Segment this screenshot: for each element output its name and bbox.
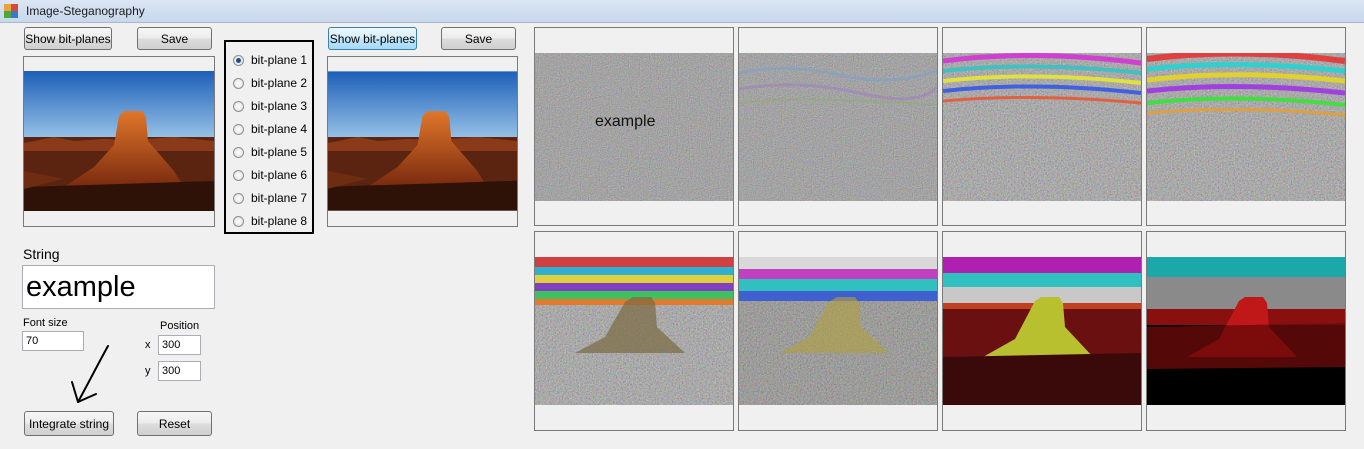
radio-label: bit-plane 5 bbox=[251, 145, 308, 159]
radio-label: bit-plane 7 bbox=[251, 191, 308, 205]
bitplane-image: example bbox=[535, 53, 733, 201]
radio-icon bbox=[233, 123, 244, 135]
landscape-image bbox=[328, 71, 517, 211]
bitplane-image bbox=[943, 257, 1141, 405]
radio-icon bbox=[233, 100, 244, 112]
bitplane-preview-3 bbox=[942, 27, 1142, 226]
radio-icon bbox=[233, 169, 244, 181]
bitplane-image bbox=[739, 53, 937, 201]
bitplane-radio-group: bit-plane 1 bit-plane 2 bit-plane 3 bit-… bbox=[224, 40, 314, 234]
bitplane-image bbox=[1147, 257, 1345, 405]
x-label: x bbox=[145, 339, 151, 351]
radio-icon bbox=[233, 146, 244, 158]
arrow-annotation-icon bbox=[71, 345, 109, 403]
bitplane-image bbox=[535, 257, 733, 405]
radio-label: bit-plane 2 bbox=[251, 76, 308, 90]
radio-bitplane-6[interactable]: bit-plane 6 bbox=[233, 167, 307, 183]
y-label: y bbox=[145, 365, 151, 377]
bitplane-preview-4 bbox=[1146, 27, 1346, 226]
radio-icon bbox=[233, 215, 244, 227]
radio-bitplane-5[interactable]: bit-plane 5 bbox=[233, 144, 307, 160]
integrate-string-button[interactable]: Integrate string bbox=[24, 411, 114, 436]
radio-label: bit-plane 1 bbox=[251, 53, 308, 67]
radio-label: bit-plane 3 bbox=[251, 99, 308, 113]
stego-image-box bbox=[327, 56, 518, 227]
radio-checked-icon bbox=[233, 54, 244, 66]
bitplane-preview-5 bbox=[534, 231, 734, 431]
bitplane-preview-6 bbox=[738, 231, 938, 431]
original-image-box bbox=[23, 56, 215, 227]
radio-bitplane-7[interactable]: bit-plane 7 bbox=[233, 190, 307, 206]
bitplane-preview-7 bbox=[942, 231, 1142, 431]
window-title: Image-Steganography bbox=[26, 4, 145, 18]
show-bitplanes-button-right[interactable]: Show bit-planes bbox=[328, 27, 417, 50]
title-bar: Image-Steganography bbox=[0, 0, 1364, 23]
string-label: String bbox=[23, 246, 60, 262]
string-input[interactable]: example bbox=[22, 265, 215, 309]
show-bitplanes-button-left[interactable]: Show bit-planes bbox=[24, 27, 112, 50]
bitplane-preview-1: example bbox=[534, 27, 734, 226]
font-size-label: Font size bbox=[23, 317, 68, 329]
radio-bitplane-8[interactable]: bit-plane 8 bbox=[233, 213, 307, 229]
radio-bitplane-2[interactable]: bit-plane 2 bbox=[233, 75, 307, 91]
radio-icon bbox=[233, 192, 244, 204]
radio-label: bit-plane 6 bbox=[251, 168, 308, 182]
save-button-left[interactable]: Save bbox=[137, 27, 212, 50]
y-position-input[interactable]: 300 bbox=[158, 361, 201, 381]
radio-bitplane-1[interactable]: bit-plane 1 bbox=[233, 52, 307, 68]
radio-label: bit-plane 8 bbox=[251, 214, 308, 228]
radio-label: bit-plane 4 bbox=[251, 122, 308, 136]
bitplane-image bbox=[943, 53, 1141, 201]
bitplane-image bbox=[739, 257, 937, 405]
position-label: Position bbox=[160, 320, 200, 332]
bitplane-preview-8 bbox=[1146, 231, 1346, 431]
radio-bitplane-4[interactable]: bit-plane 4 bbox=[233, 121, 307, 137]
bitplane-image bbox=[1147, 53, 1345, 201]
save-button-right[interactable]: Save bbox=[441, 27, 516, 50]
radio-bitplane-3[interactable]: bit-plane 3 bbox=[233, 98, 307, 114]
reset-button[interactable]: Reset bbox=[137, 411, 212, 436]
landscape-image bbox=[24, 71, 214, 211]
app-icon bbox=[4, 4, 18, 18]
plane-overlay-text: example bbox=[595, 113, 656, 130]
radio-icon bbox=[233, 77, 244, 89]
x-position-input[interactable]: 300 bbox=[158, 335, 201, 355]
bitplane-preview-2 bbox=[738, 27, 938, 226]
